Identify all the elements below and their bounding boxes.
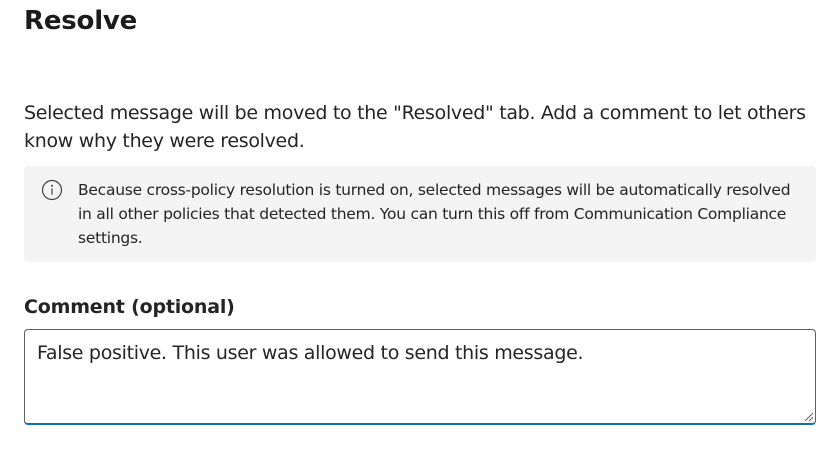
info-message-bar: Because cross-policy resolution is turne… <box>24 166 816 262</box>
resolve-description: Selected message will be moved to the "R… <box>24 102 806 152</box>
info-message-text: Because cross-policy resolution is turne… <box>78 181 791 247</box>
page-title: Resolve <box>24 6 138 36</box>
comment-textarea[interactable] <box>25 330 815 423</box>
comment-field <box>24 329 816 425</box>
resolve-panel: Resolve Selected message will be moved t… <box>0 0 832 452</box>
comment-label: Comment (optional) <box>24 296 235 318</box>
resize-handle-icon[interactable] <box>802 410 814 422</box>
info-icon <box>41 179 63 201</box>
